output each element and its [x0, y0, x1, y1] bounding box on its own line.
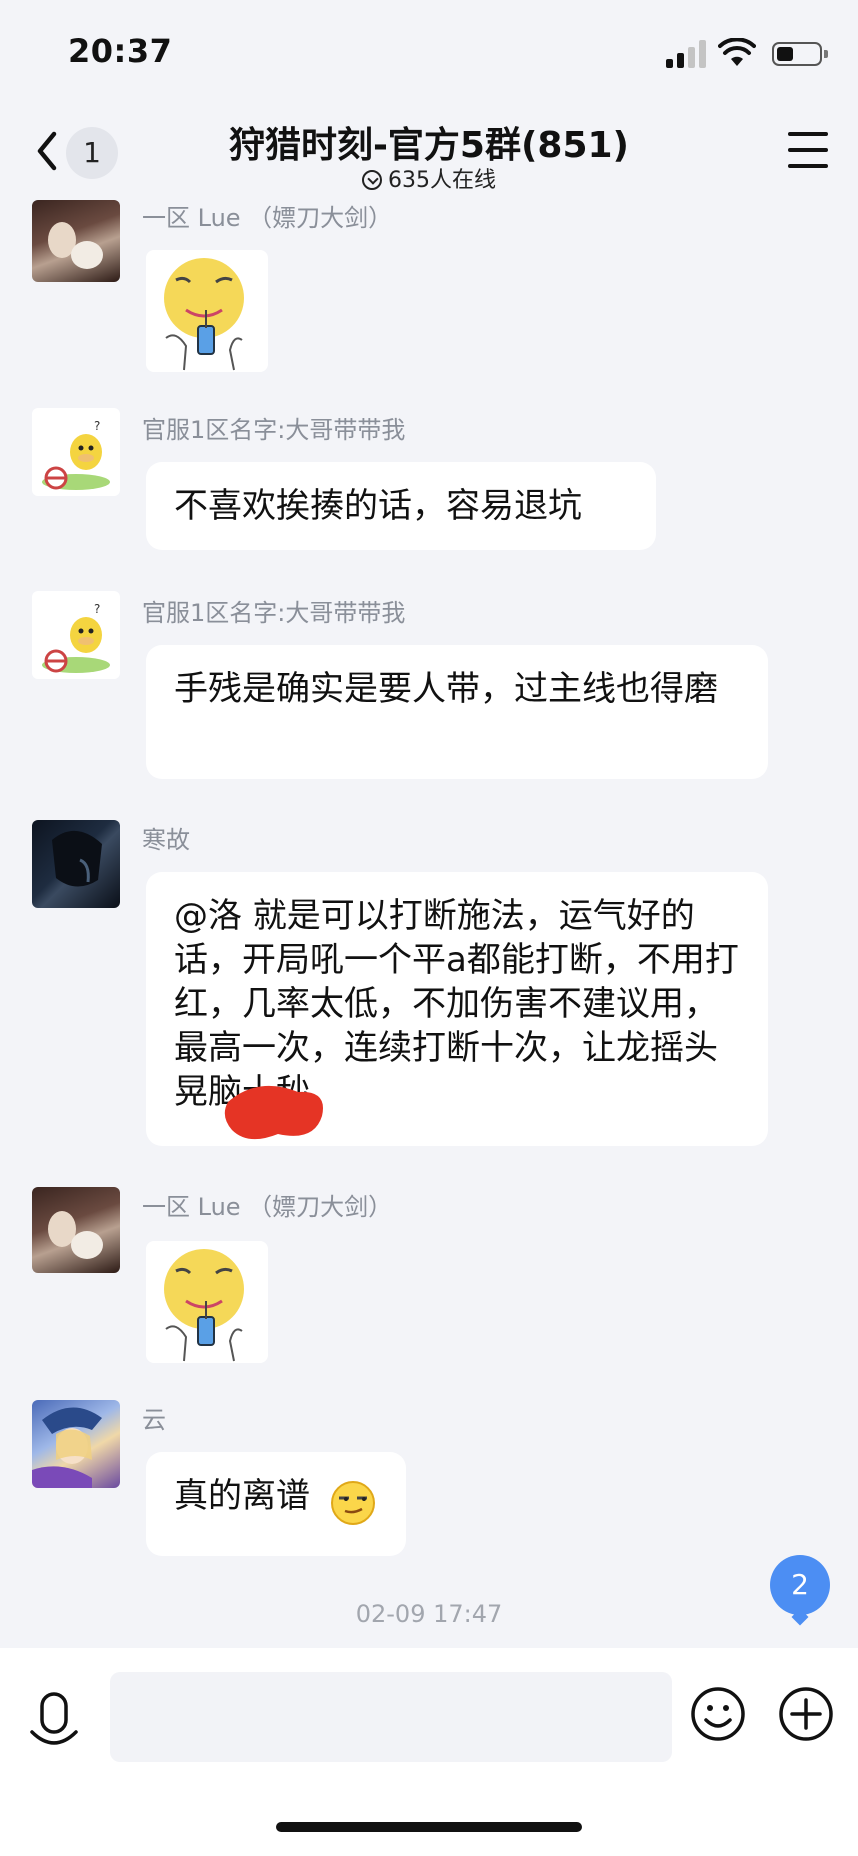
message-bubble[interactable]: 手残是确实是要人带，过主线也得磨 [146, 645, 768, 779]
online-count[interactable]: 635人在线 [0, 162, 858, 194]
message-bubble[interactable]: 真的离谱 [146, 1452, 406, 1556]
group-title[interactable]: 狩猎时刻-官方5群(851) [0, 116, 858, 168]
chat-header: 1 狩猎时刻-官方5群(851) 635人在线 [0, 100, 858, 200]
svg-text:?: ? [94, 602, 100, 616]
cellular-signal-icon [666, 40, 706, 68]
sender-name: 寒故 [142, 826, 190, 854]
add-icon[interactable] [778, 1686, 834, 1742]
wifi-icon [718, 38, 756, 66]
battery-icon [772, 42, 828, 66]
smiley-drinking-icon [164, 258, 244, 371]
sticker-image[interactable] [146, 1241, 268, 1363]
message-input[interactable] [110, 1672, 672, 1762]
anime-avatar-icon [32, 1407, 102, 1488]
home-indicator[interactable] [276, 1822, 582, 1832]
sender-name: 一区 Lue （嫖刀大剑） [142, 1193, 393, 1221]
avatar[interactable] [32, 1187, 120, 1273]
menu-button[interactable] [788, 132, 828, 168]
message-timestamp: 02-09 17:47 [355, 1600, 503, 1628]
microphone-icon[interactable] [28, 1690, 80, 1750]
sender-name: 一区 Lue （嫖刀大剑） [142, 204, 393, 232]
avatar[interactable]: ? [32, 408, 120, 496]
svg-text:?: ? [94, 419, 100, 433]
avatar[interactable] [32, 200, 120, 282]
message-bubble[interactable]: @洛 就是可以打断施法，运气好的话，开局吼一个平a都能打断，不用打红，几率太低，… [146, 872, 768, 1146]
chevron-down-circle-icon [362, 170, 382, 190]
online-count-label: 635人在线 [388, 168, 496, 193]
avatar[interactable] [32, 1400, 120, 1488]
emoji-icon[interactable] [690, 1686, 746, 1742]
portrait-avatar-icon [52, 830, 102, 887]
sticker-image[interactable] [146, 250, 268, 372]
new-messages-badge[interactable]: 2 [770, 1555, 830, 1615]
smirk-emoji-icon [331, 1481, 375, 1525]
status-bar: 20:37 [0, 0, 858, 100]
sender-name: 官服1区名字:大哥带带我 [142, 599, 406, 627]
redaction-scribble [224, 1085, 323, 1140]
sender-name: 云 [142, 1406, 166, 1434]
message-text: 真的离谱 [174, 1476, 310, 1516]
psyduck-avatar-icon: ? [42, 602, 110, 673]
smiley-drinking-icon [164, 1249, 244, 1362]
sender-name: 官服1区名字:大哥带带我 [142, 416, 406, 444]
avatar[interactable] [32, 820, 120, 908]
avatar[interactable]: ? [32, 591, 120, 679]
status-icons [666, 38, 828, 70]
psyduck-avatar-icon: ? [42, 419, 110, 490]
status-time: 20:37 [68, 32, 173, 70]
message-bubble[interactable]: 不喜欢挨揍的话，容易退坑 [146, 462, 656, 550]
